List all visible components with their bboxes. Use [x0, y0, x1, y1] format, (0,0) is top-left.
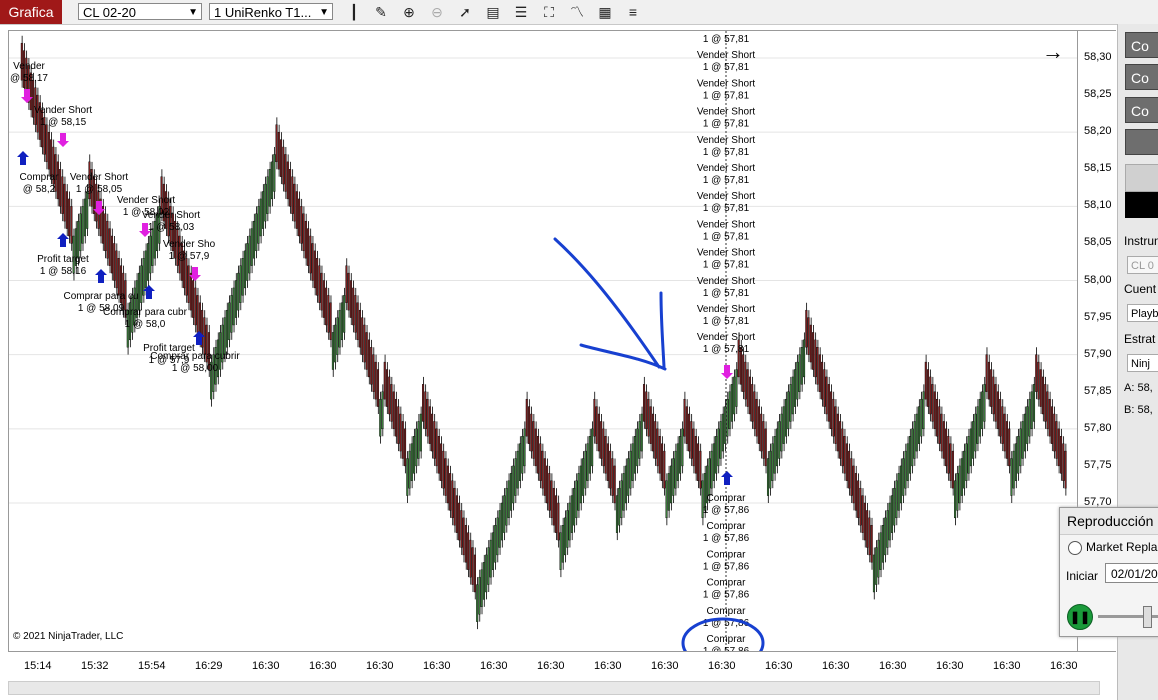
screenshot-icon[interactable]: ⛶ [540, 3, 558, 21]
chart-toolbar: Grafica CL 02-20 ▼ 1 UniRenko T1... ▼ ┃ ✎ … [0, 0, 1158, 25]
instrument-field[interactable]: CL 0 [1127, 256, 1158, 274]
color-swatch-dark [1125, 192, 1158, 218]
time-tick-label: 16:30 [879, 660, 907, 672]
strategy-label: Estrat [1124, 332, 1156, 346]
market-replay-radio[interactable] [1068, 541, 1082, 555]
time-tick-label: 16:30 [480, 660, 508, 672]
time-tick-label: 16:30 [651, 660, 679, 672]
time-tick-label: 16:30 [765, 660, 793, 672]
price-tick-label: 57,75 [1084, 458, 1112, 471]
interval-select-value: 1 UniRenko T1... [214, 5, 312, 20]
price-tick-label: 58,20 [1084, 125, 1112, 138]
data-box-icon[interactable]: ▤ [484, 3, 502, 21]
hand-drawn-arrow [553, 237, 667, 371]
time-tick-label: 16:29 [195, 660, 223, 672]
bid-price: B: 58, [1124, 404, 1153, 416]
time-tick-label: 16:30 [1050, 660, 1078, 672]
playback-speed-slider[interactable] [1143, 606, 1152, 628]
zoom-in-icon[interactable]: ⊕ [400, 3, 418, 21]
color-swatch-light [1125, 164, 1158, 192]
pause-icon: ❚❚ [1069, 610, 1091, 624]
price-tick-label: 58,15 [1084, 162, 1112, 175]
instrument-label: Instrum [1124, 234, 1158, 248]
instrument-select-value: CL 02-20 [83, 5, 136, 20]
chevron-down-icon: ▼ [319, 7, 329, 18]
time-tick-label: 15:32 [81, 660, 109, 672]
account-field[interactable]: Playb [1127, 304, 1158, 322]
zoom-out-icon[interactable]: ⊖ [428, 3, 446, 21]
chart-trader-button-3[interactable]: Co [1125, 97, 1158, 123]
start-date-field[interactable]: 02/01/20 [1105, 563, 1158, 583]
time-tick-label: 16:30 [594, 660, 622, 672]
nav-right-arrow-icon: → [1042, 39, 1064, 64]
chart-trader-button-2[interactable]: Co [1125, 64, 1158, 90]
time-tick-label: 16:30 [822, 660, 850, 672]
start-label: Iniciar [1066, 569, 1099, 583]
bar-type-icon[interactable]: ┃ [345, 3, 363, 21]
time-tick-label: 16:30 [309, 660, 337, 672]
pointer-icon[interactable]: ➚ [456, 3, 474, 21]
time-tick-label: 16:30 [366, 660, 394, 672]
time-axis[interactable]: 15:14 15:32 15:54 16:29 16:30 16:30 16:30 16:30… [8, 651, 1116, 681]
price-tick-label: 58,25 [1084, 88, 1112, 101]
time-tick-label: 16:30 [252, 660, 280, 672]
pencil-icon[interactable]: ✎ [372, 3, 390, 21]
price-tick-label: 57,80 [1084, 421, 1112, 434]
price-tick-label: 57,90 [1084, 347, 1112, 360]
instrument-select[interactable]: CL 02-20 ▼ [78, 3, 202, 20]
tab-chart[interactable]: Grafica [0, 0, 62, 24]
pause-button[interactable]: ❚❚ [1067, 604, 1093, 630]
strategy-field[interactable]: Ninj [1127, 354, 1158, 372]
ask-price: A: 58, [1124, 382, 1153, 394]
market-replay-label: Market Repla [1086, 540, 1158, 554]
time-tick-label: 15:54 [138, 660, 166, 672]
hand-annotations: → [553, 39, 1064, 651]
chart-scrollbar[interactable] [8, 681, 1100, 695]
list-icon[interactable]: ≡ [624, 3, 642, 21]
playback-window: Reproducción Market Repla Iniciar 02/01/… [1059, 507, 1158, 637]
interval-select[interactable]: 1 UniRenko T1... ▼ [209, 3, 333, 20]
price-tick-label: 58,00 [1084, 273, 1112, 286]
strategies-icon[interactable]: ▦ [596, 3, 614, 21]
chart-trader-button-4[interactable] [1125, 129, 1158, 155]
time-tick-label: 15:14 [24, 660, 52, 672]
properties-icon[interactable]: ☰ [512, 3, 530, 21]
copyright-text: © 2021 NinjaTrader, LLC [13, 631, 124, 642]
time-tick-label: 16:30 [423, 660, 451, 672]
chevron-down-icon: ▼ [188, 7, 198, 18]
account-label: Cuent [1124, 282, 1157, 296]
price-tick-label: 58,10 [1084, 199, 1112, 212]
price-tick-label: 58,30 [1084, 51, 1112, 63]
indicators-icon[interactable]: 〽 [568, 3, 586, 21]
chart-panel[interactable]: Vender Short1 @ 57,81Vender Short1 @ 57,… [8, 30, 1078, 652]
time-tick-label: 16:30 [708, 660, 736, 672]
price-tick-label: 57,95 [1084, 310, 1112, 323]
price-tick-label: 58,05 [1084, 236, 1112, 249]
chart-trader-button-1[interactable]: Co [1125, 32, 1158, 58]
hand-drawn-circle [681, 617, 765, 651]
time-tick-label: 16:30 [537, 660, 565, 672]
playback-title: Reproducción [1067, 513, 1154, 529]
time-tick-label: 16:30 [993, 660, 1021, 672]
time-tick-label: 16:30 [936, 660, 964, 672]
price-tick-label: 57,85 [1084, 384, 1112, 397]
